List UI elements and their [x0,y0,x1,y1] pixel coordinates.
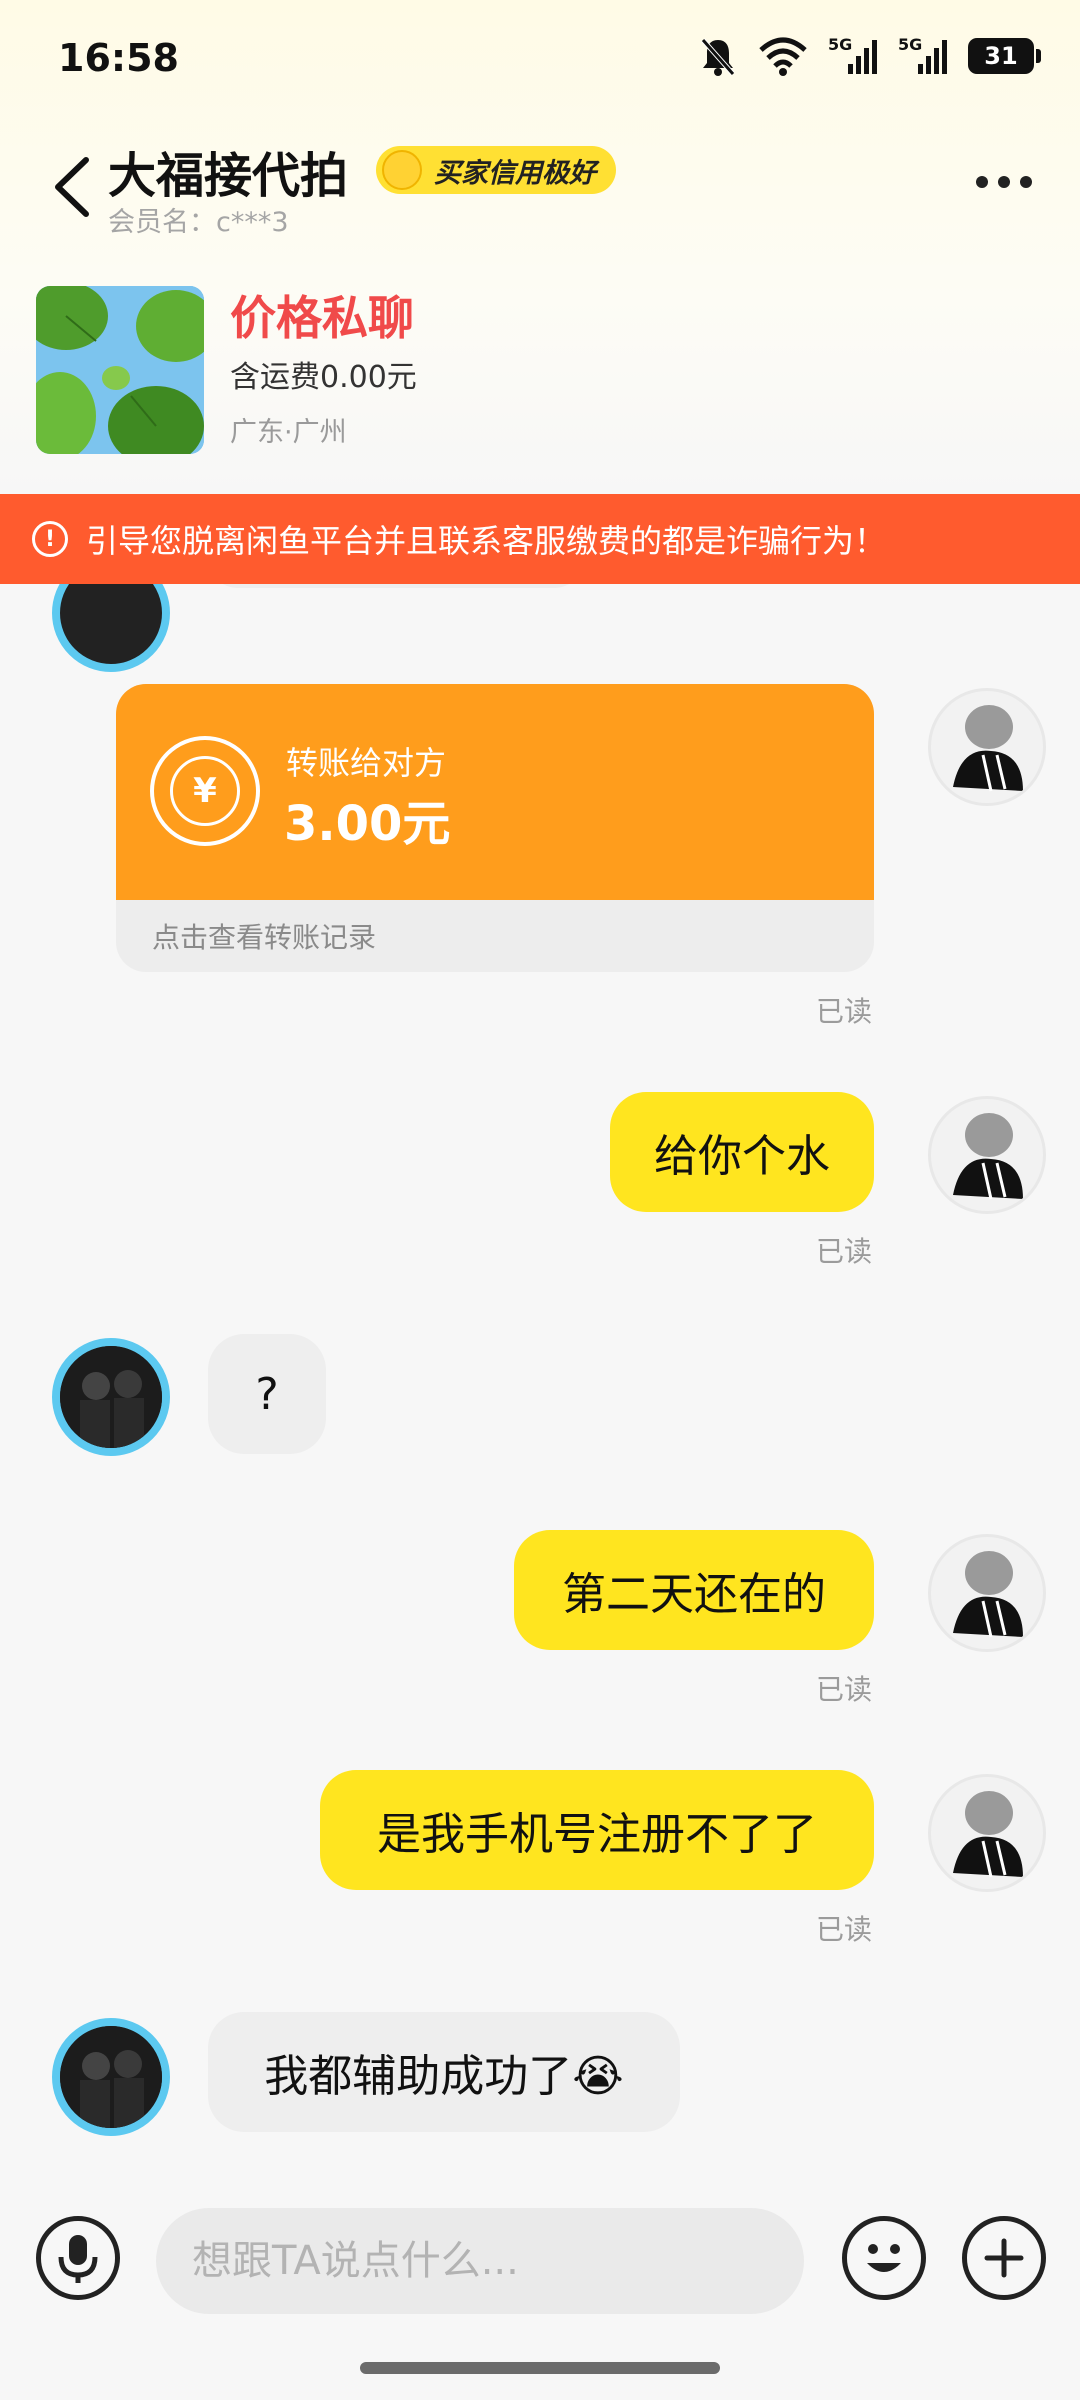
message-bubble[interactable]: ? [208,1334,326,1454]
transfer-coin-icon: ¥ [150,736,260,846]
status-time: 16:58 [58,36,179,80]
battery-icon: 31 [968,38,1041,74]
svg-text:5G: 5G [898,35,922,54]
avatar[interactable] [928,688,1046,806]
read-status: 已读 [815,1913,872,1946]
home-indicator[interactable] [360,2362,720,2374]
chevron-left-icon [55,157,89,217]
dot-icon [998,176,1010,188]
credit-badge: 买家信用极好 [376,146,616,194]
chat-header: 大福接代拍 买家信用极好 会员名：c***3 [0,126,1080,238]
mute-bell-icon [698,34,738,78]
avatar[interactable] [52,584,170,672]
read-status: 已读 [815,1235,872,1268]
signal-icon: 5G [828,34,878,78]
microphone-icon [58,2235,98,2283]
avatar[interactable] [928,1534,1046,1652]
alert-icon: ! [32,521,68,557]
shipping-fee: 含运费0.00元 [230,360,417,395]
message-input[interactable] [156,2208,804,2314]
transfer-card-top: ¥ 转账给对方 3.00元 [116,684,874,900]
signal-icon: 5G [898,34,948,78]
read-status: 已读 [815,995,872,1028]
status-icons: 5G 5G 31 [698,34,1041,78]
back-button[interactable] [48,154,98,220]
product-price: 价格私聊 [230,291,414,345]
transfer-record-link[interactable]: 点击查看转账记录 [152,916,376,956]
credit-badge-label: 买家信用极好 [434,157,596,189]
dot-icon [976,176,988,188]
avatar[interactable] [52,1338,170,1456]
svg-text:5G: 5G [828,35,852,54]
message-bubble[interactable]: 我都辅助成功了😭 [208,2012,680,2132]
dot-icon [1020,176,1032,188]
voice-button[interactable] [36,2216,120,2300]
more-actions-button[interactable] [962,2216,1046,2300]
product-location: 广东·广州 [230,417,347,448]
input-bar [0,2174,1080,2400]
smile-face-icon [382,150,422,190]
avatar[interactable] [928,1096,1046,1214]
emoji-button[interactable] [842,2216,926,2300]
smile-icon [867,2244,901,2272]
more-options-button[interactable] [976,176,1032,188]
read-status: 已读 [815,1673,872,1706]
status-bar: 16:58 5G 5G 31 [0,0,1080,120]
wifi-icon [758,34,808,78]
product-image[interactable] [36,286,204,454]
transfer-amount: 3.00元 [284,796,451,852]
message-bubble[interactable]: 给你个水 [610,1092,874,1212]
seller-name[interactable]: 大福接代拍 [108,136,348,206]
message-bubble[interactable] [208,584,584,588]
fraud-warning-banner: ! 引导您脱离闲鱼平台并且联系客服缴费的都是诈骗行为！ [0,494,1080,584]
member-name: 会员名：c***3 [108,207,289,238]
avatar[interactable] [52,2018,170,2136]
transfer-title: 转账给对方 [286,744,447,782]
plus-icon [984,2238,1024,2278]
product-card[interactable]: 价格私聊 含运费0.00元 广东·广州 [0,280,1080,460]
message-bubble[interactable]: 是我手机号注册不了了 [320,1770,874,1890]
warning-text: 引导您脱离闲鱼平台并且联系客服缴费的都是诈骗行为！ [86,522,887,560]
chat-messages[interactable]: ¥ 转账给对方 3.00元 点击查看转账记录 已读 给你个水 已读 ? 第二天还… [0,584,1080,2174]
transfer-card[interactable]: ¥ 转账给对方 3.00元 点击查看转账记录 [116,684,874,972]
message-bubble[interactable]: 第二天还在的 [514,1530,874,1650]
avatar[interactable] [928,1774,1046,1892]
